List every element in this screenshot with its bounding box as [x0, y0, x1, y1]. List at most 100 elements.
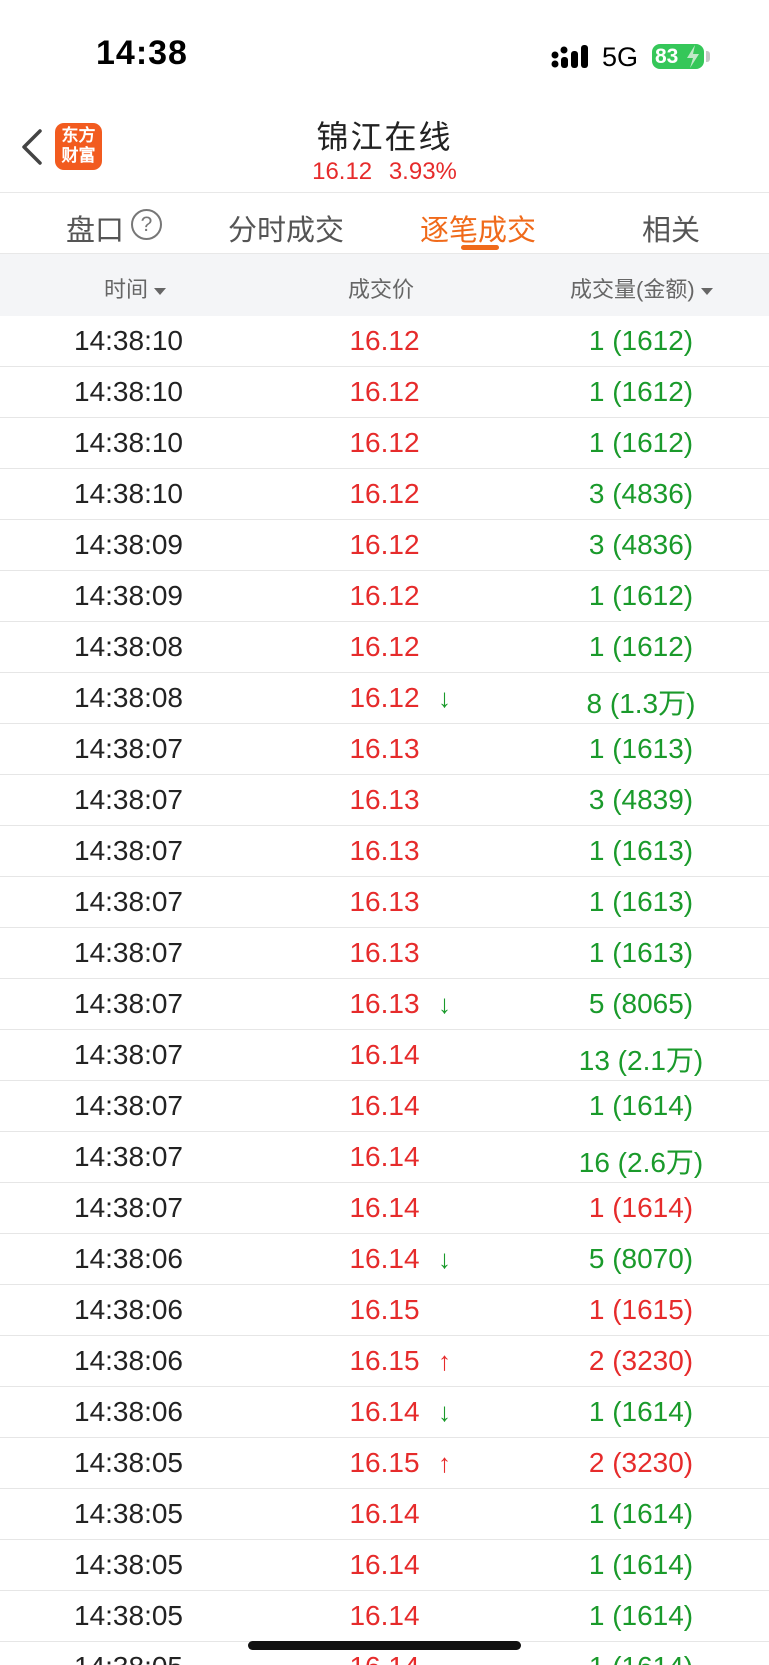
trade-time: 14:38:06: [74, 1396, 183, 1427]
trade-price: 16.13: [349, 784, 420, 815]
tab-related[interactable]: 相关: [642, 207, 700, 249]
trade-time: 14:38:05: [74, 1549, 183, 1580]
trade-volume: 1 (1613): [588, 733, 694, 764]
trade-volume: 1 (1614): [588, 1192, 694, 1223]
tab-tick-by-tick[interactable]: 逐笔成交: [420, 207, 536, 249]
trade-time: 14:38:10: [74, 376, 183, 407]
trade-row: 14:38:06 16.14 ↓ 5 (8070): [0, 1234, 769, 1285]
trade-time: 14:38:06: [74, 1345, 183, 1376]
trade-row: 14:38:10 16.12 3 (4836): [0, 469, 769, 520]
trade-price: 16.12: [349, 376, 420, 407]
trade-volume: 1 (1613): [588, 886, 694, 917]
charging-bolt-icon: [687, 45, 699, 68]
trade-price: 16.12: [349, 580, 420, 611]
trade-volume: 3 (4836): [588, 529, 694, 560]
trade-row: 14:38:10 16.12 1 (1612): [0, 418, 769, 469]
trade-volume: 1 (1615): [588, 1294, 694, 1325]
column-volume[interactable]: 成交量(金额): [570, 272, 713, 304]
trade-row: 14:38:07 16.13 1 (1613): [0, 724, 769, 775]
trade-row: 14:38:07 16.13 1 (1613): [0, 928, 769, 979]
trade-row: 14:38:08 16.12 1 (1612): [0, 622, 769, 673]
trade-row: 14:38:05 16.14 1 (1614): [0, 1489, 769, 1540]
trade-time: 14:38:07: [74, 1192, 183, 1223]
trade-row: 14:38:09 16.12 1 (1612): [0, 571, 769, 622]
column-time-label: 时间: [104, 277, 149, 302]
trade-row: 14:38:10 16.12 1 (1612): [0, 316, 769, 367]
tab-time-sharing-trades[interactable]: 分时成交: [228, 207, 344, 249]
trade-volume: 1 (1614): [588, 1549, 694, 1580]
trade-volume: 1 (1612): [588, 631, 694, 662]
battery-cap: [706, 51, 710, 62]
trade-price: 16.14: [292, 1651, 477, 1665]
column-time[interactable]: 时间: [104, 272, 167, 304]
trade-volume: 1 (1612): [588, 427, 694, 458]
price-up-arrow-icon: ↑: [438, 1448, 451, 1478]
trade-volume: 1 (1612): [588, 376, 694, 407]
trade-time: 14:38:06: [74, 1243, 183, 1274]
trade-price: 16.13: [349, 886, 420, 917]
trade-price: 16.12: [349, 529, 420, 560]
trade-time: 14:38:07: [74, 1039, 183, 1070]
price-down-arrow-icon: ↓: [438, 683, 451, 713]
trade-row: 14:38:05 16.14 1 (1614): [0, 1591, 769, 1642]
trade-row: 14:38:05 16.14 1 (1614): [0, 1540, 769, 1591]
current-price: 16.12: [312, 158, 373, 185]
trade-row: 14:38:09 16.12 3 (4836): [0, 520, 769, 571]
trade-list[interactable]: 14:38:10 16.12 1 (1612) 14:38:10 16.12 1 (161…: [0, 316, 769, 1665]
trade-volume: 2 (3230): [588, 1447, 694, 1478]
trade-row: 14:38:05 16.15 ↑ 2 (3230): [0, 1438, 769, 1489]
home-indicator[interactable]: [248, 1641, 521, 1650]
trade-row: 14:38:07 16.14 13 (2.1万): [0, 1030, 769, 1081]
tab-pankou[interactable]: 盘口: [66, 207, 124, 249]
stock-header: 东方 财富 锦江在线 16.12 3.93%: [0, 100, 769, 192]
status-bar: 14:38 5G 83: [0, 0, 769, 100]
trade-row: 14:38:06 16.15 ↑ 2 (3230): [0, 1336, 769, 1387]
trade-volume: 13 (2.1万): [578, 1045, 704, 1076]
stock-name: 锦江在线: [316, 119, 453, 155]
trade-time: 14:38:09: [74, 580, 183, 611]
sort-caret-icon: [154, 287, 167, 295]
network-type: 5G: [602, 42, 639, 72]
column-price: 成交价: [348, 277, 415, 302]
trade-price: 16.14: [349, 1039, 420, 1070]
price-down-arrow-icon: ↓: [438, 1244, 451, 1274]
trade-price: 16.14: [349, 1498, 420, 1529]
trade-volume: 2 (3230): [588, 1345, 694, 1376]
trade-time: 14:38:10: [74, 427, 183, 458]
tab-bar: 盘口 ? 分时成交 逐笔成交 相关: [0, 192, 769, 254]
trade-time: 14:38:07: [74, 835, 183, 866]
trade-price: 16.12: [349, 631, 420, 662]
trade-price: 16.14: [349, 1090, 420, 1121]
trade-row: 14:38:07 16.13 1 (1613): [0, 826, 769, 877]
stock-quote: 16.12 3.93%: [0, 158, 769, 186]
table-header: 时间 成交价 成交量(金额): [0, 254, 769, 316]
trade-row: 14:38:08 16.12 ↓ 8 (1.3万): [0, 673, 769, 724]
trade-time: 14:38:09: [74, 529, 183, 560]
trade-price: 16.13: [349, 835, 420, 866]
trade-volume: 5 (8065): [588, 988, 694, 1019]
price-down-arrow-icon: ↓: [438, 989, 451, 1019]
trade-volume: 1 (1613): [588, 835, 694, 866]
trade-volume: 5 (8070): [588, 1243, 694, 1274]
change-percent: 3.93%: [388, 158, 457, 185]
trade-time: 14:38:05: [74, 1447, 183, 1478]
trade-volume: 1 (1612): [588, 325, 694, 356]
trade-time: 14:38:07: [74, 733, 183, 764]
trade-time: 14:38:05: [0, 1651, 257, 1665]
trade-price: 16.14: [349, 1141, 420, 1172]
trade-row: 14:38:07 16.14 16 (2.6万): [0, 1132, 769, 1183]
trade-price: 16.12: [349, 325, 420, 356]
trade-row: 14:38:06 16.14 ↓ 1 (1614): [0, 1387, 769, 1438]
trade-row: 14:38:07 16.13 1 (1613): [0, 877, 769, 928]
trade-time: 14:38:08: [74, 682, 183, 713]
trade-volume: 1 (1614): [588, 1090, 694, 1121]
trade-time: 14:38:08: [74, 631, 183, 662]
price-down-arrow-icon: ↓: [438, 1397, 451, 1427]
trade-volume: 1 (1612): [588, 580, 694, 611]
trade-price: 16.14: [349, 1549, 420, 1580]
trade-volume: 1 (1613): [588, 937, 694, 968]
trade-row: 14:38:07 16.14 1 (1614): [0, 1183, 769, 1234]
help-icon[interactable]: ?: [131, 209, 162, 240]
trade-volume: 8 (1.3万): [586, 688, 696, 719]
trade-row: 14:38:07 16.13 ↓ 5 (8065): [0, 979, 769, 1030]
